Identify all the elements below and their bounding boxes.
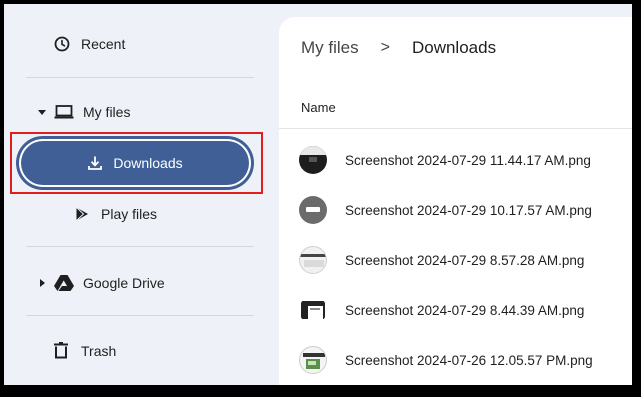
file-thumbnail [299, 246, 327, 274]
breadcrumb-separator: > [380, 39, 390, 56]
sidebar-item-label: Downloads [113, 155, 183, 171]
file-name: Screenshot 2024-07-26 12.05.57 PM.png [345, 352, 593, 368]
file-thumbnail [299, 196, 327, 224]
file-name: Screenshot 2024-07-29 8.44.39 AM.png [345, 302, 585, 318]
sidebar-item-my-files[interactable]: My files [38, 104, 130, 120]
sidebar-item-google-drive[interactable]: Google Drive [38, 274, 165, 291]
file-row[interactable]: Screenshot 2024-07-29 8.57.28 AM.png [279, 235, 632, 285]
file-list-panel: My files > Downloads Name Screenshot 202… [279, 17, 632, 385]
file-thumbnail [299, 346, 327, 374]
expand-arrow-icon[interactable] [38, 278, 46, 287]
file-name: Screenshot 2024-07-29 8.57.28 AM.png [345, 252, 585, 268]
trash-icon [54, 342, 68, 359]
file-thumbnail [299, 146, 327, 174]
play-store-icon [74, 206, 90, 222]
file-row[interactable]: Screenshot 2024-07-29 8.44.39 AM.png [279, 285, 632, 335]
sidebar-item-trash[interactable]: Trash [54, 342, 116, 359]
file-name: Screenshot 2024-07-29 10.17.57 AM.png [345, 202, 592, 218]
google-drive-icon [54, 274, 74, 291]
download-icon [87, 155, 103, 171]
breadcrumb: My files > Downloads [301, 38, 496, 58]
clock-icon [54, 36, 70, 52]
file-name: Screenshot 2024-07-29 11.44.17 AM.png [345, 152, 591, 168]
file-row[interactable]: Screenshot 2024-07-26 12.05.57 PM.png [279, 335, 632, 385]
expand-arrow-icon[interactable] [38, 108, 46, 116]
breadcrumb-downloads: Downloads [411, 38, 497, 57]
sidebar-item-label: Google Drive [83, 274, 165, 291]
file-row[interactable]: Screenshot 2024-07-29 11.44.17 AM.png [279, 135, 632, 185]
sidebar-divider [26, 315, 254, 316]
sidebar-divider [26, 246, 254, 247]
sidebar-item-downloads[interactable]: Downloads [19, 139, 251, 187]
column-header-name[interactable]: Name [301, 100, 336, 115]
sidebar-item-label: My files [83, 104, 131, 120]
sidebar-divider [26, 77, 254, 78]
file-row[interactable]: Screenshot 2024-07-29 10.17.57 AM.png [279, 185, 632, 235]
sidebar-item-recent[interactable]: Recent [54, 36, 125, 52]
file-thumbnail [299, 296, 327, 324]
sidebar-item-label: Trash [81, 342, 117, 359]
breadcrumb-my-files[interactable]: My files [301, 38, 359, 58]
sidebar-item-play-files[interactable]: Play files [74, 206, 157, 222]
laptop-icon [54, 104, 74, 120]
header-divider [279, 128, 632, 129]
sidebar-item-label: Recent [81, 36, 126, 52]
files-app-window: Recent My files Downloads Play files Goo… [4, 4, 632, 385]
sidebar-item-label: Play files [101, 206, 158, 222]
